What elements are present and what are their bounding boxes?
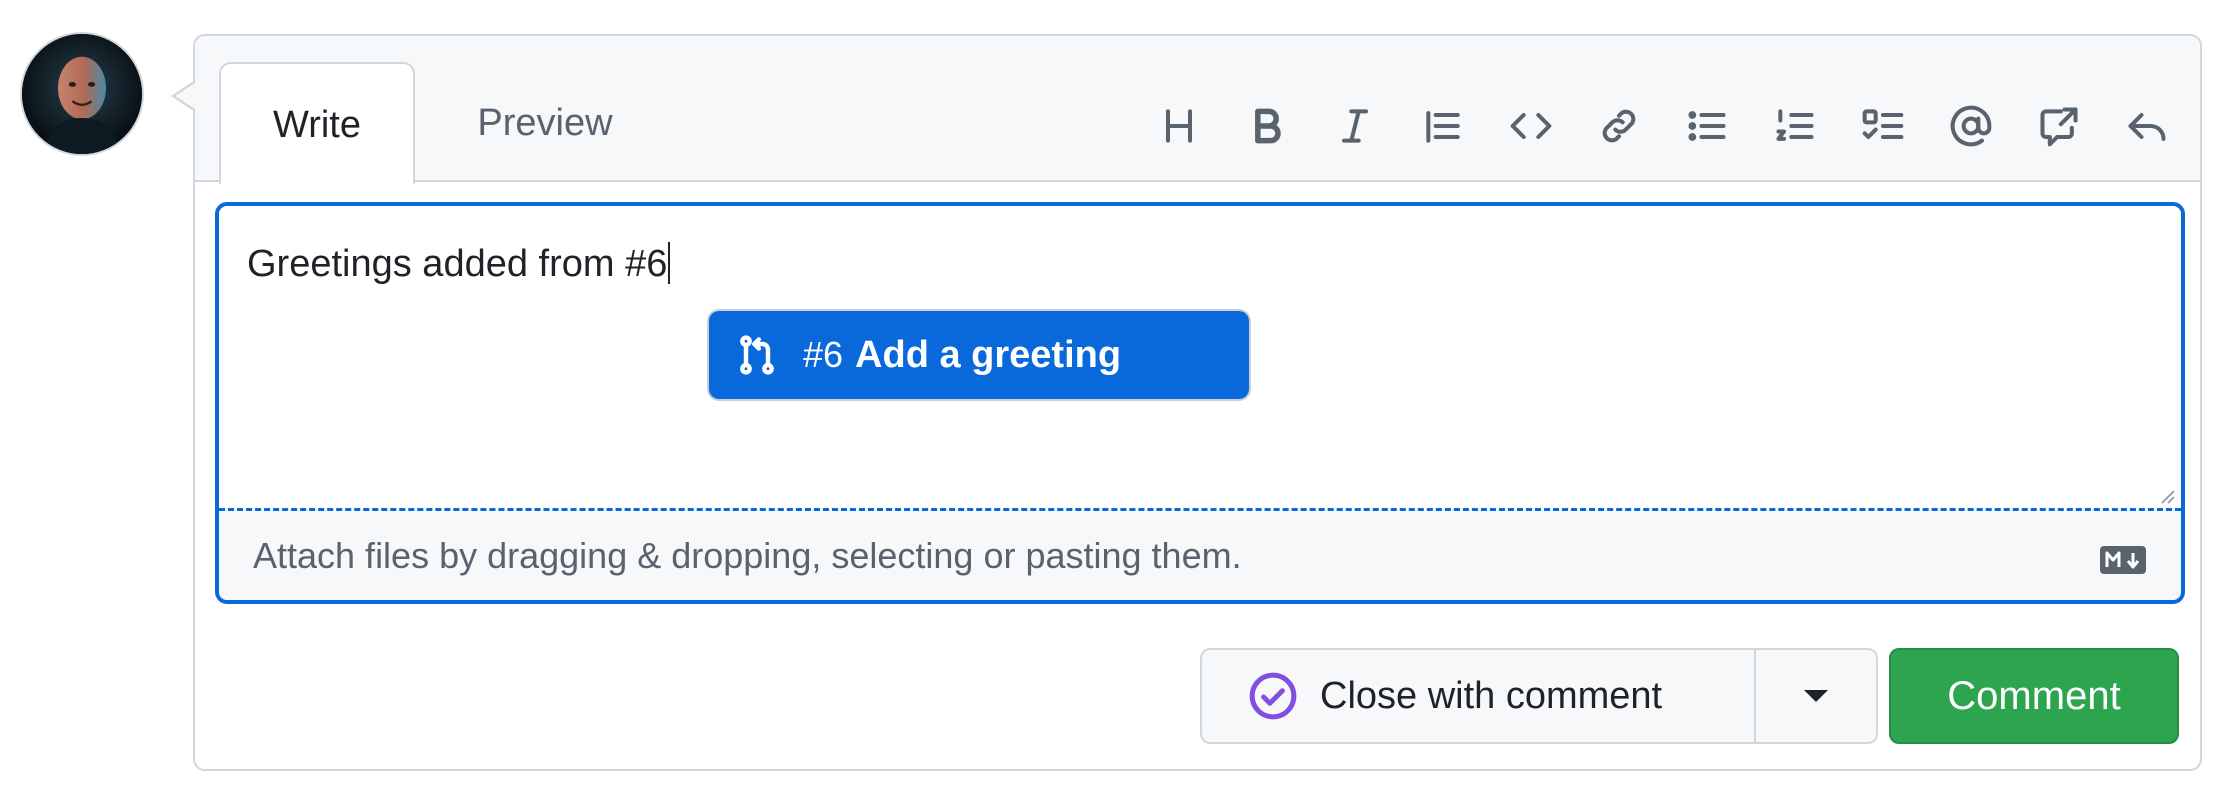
reference-suggestion-item[interactable]: #6 Add a greeting bbox=[709, 311, 1249, 399]
comment-composer-stage: Write Preview Greetings added from #6 At… bbox=[0, 0, 2224, 790]
avatar-image bbox=[22, 34, 142, 154]
tab-write[interactable]: Write bbox=[219, 62, 415, 184]
mention-icon bbox=[1950, 105, 1992, 147]
unordered-list-button[interactable] bbox=[1663, 94, 1751, 158]
comment-button[interactable]: Comment bbox=[1889, 648, 2179, 744]
user-avatar[interactable] bbox=[20, 32, 144, 156]
comment-button-label: Comment bbox=[1947, 673, 2121, 718]
italic-button[interactable] bbox=[1311, 94, 1399, 158]
tab-preview[interactable]: Preview bbox=[445, 62, 645, 184]
cross-reference-button[interactable] bbox=[2015, 94, 2103, 158]
triangle-down-icon bbox=[1804, 690, 1828, 702]
quote-icon bbox=[1426, 111, 1460, 143]
reply-button[interactable] bbox=[2103, 94, 2191, 158]
heading-icon bbox=[1165, 109, 1193, 143]
code-icon bbox=[1510, 112, 1552, 140]
comment-box: Write Preview Greetings added from #6 At… bbox=[193, 34, 2202, 771]
pull-request-icon bbox=[740, 335, 774, 375]
comment-text: Greetings added from #6 bbox=[247, 243, 668, 285]
bold-icon bbox=[1255, 108, 1281, 144]
text-cursor bbox=[668, 242, 671, 284]
close-with-comment-label: Close with comment bbox=[1320, 674, 1663, 717]
close-options-dropdown[interactable] bbox=[1756, 650, 1876, 742]
attach-files-bar[interactable]: Attach files by dragging & dropping, sel… bbox=[219, 508, 2181, 600]
suggestion-number: #6 bbox=[803, 334, 844, 375]
italic-icon bbox=[1341, 109, 1369, 143]
cross-reference-icon bbox=[2040, 107, 2078, 147]
close-with-comment-button[interactable]: Close with comment bbox=[1202, 650, 1756, 742]
unordered-list-icon bbox=[1688, 111, 1726, 141]
task-list-button[interactable] bbox=[1839, 94, 1927, 158]
comment-box-header: Write Preview bbox=[195, 36, 2200, 184]
task-list-icon bbox=[1862, 109, 1904, 140]
comment-box-pointer-fill bbox=[175, 83, 195, 109]
code-button[interactable] bbox=[1487, 94, 1575, 158]
close-button-group: Close with comment bbox=[1200, 648, 1878, 744]
markdown-icon[interactable] bbox=[2099, 545, 2147, 575]
link-icon bbox=[1602, 109, 1636, 143]
bold-button[interactable] bbox=[1223, 94, 1311, 158]
quote-button[interactable] bbox=[1399, 94, 1487, 158]
link-button[interactable] bbox=[1575, 94, 1663, 158]
ordered-list-icon bbox=[1776, 109, 1814, 141]
suggestion-title: Add a greeting bbox=[855, 333, 1122, 376]
mention-button[interactable] bbox=[1927, 94, 2015, 158]
resize-handle-icon[interactable] bbox=[2159, 488, 2175, 504]
heading-button[interactable] bbox=[1135, 94, 1223, 158]
attach-files-hint: Attach files by dragging & dropping, sel… bbox=[253, 534, 1242, 576]
ordered-list-button[interactable] bbox=[1751, 94, 1839, 158]
reply-icon bbox=[2128, 112, 2166, 141]
markdown-toolbar bbox=[1135, 94, 2191, 158]
check-circle-icon bbox=[1249, 672, 1297, 720]
comment-editor[interactable]: Greetings added from #6 Attach files by … bbox=[215, 202, 2185, 604]
